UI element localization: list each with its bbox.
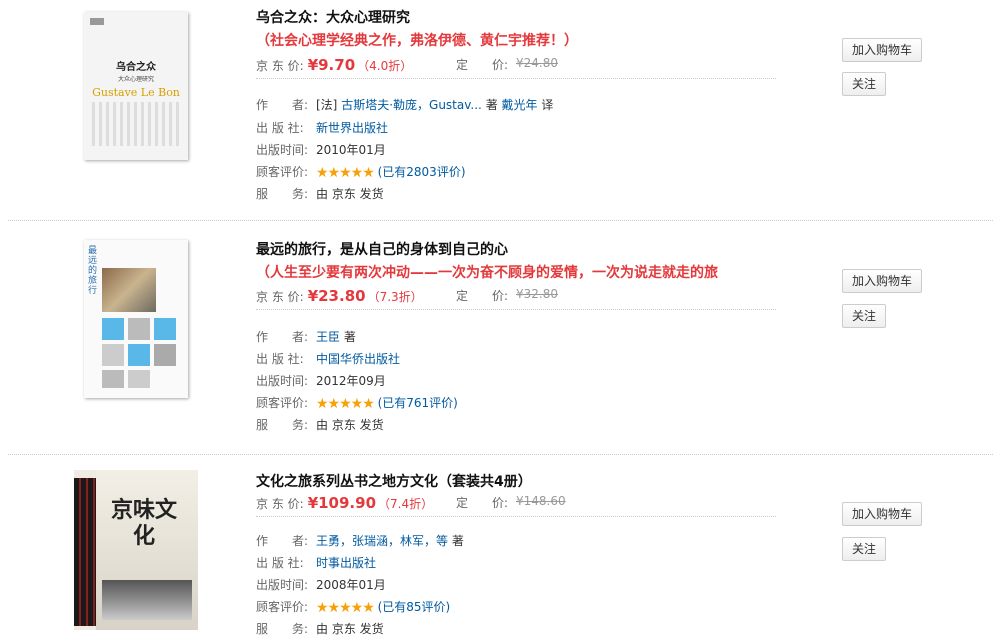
book-cover[interactable]: 乌合之众 大众心理研究 Gustave Le Bon (84, 12, 188, 160)
list-price: ¥148.60 (516, 494, 566, 508)
cover-subtitle: 大众心理研究 (117, 76, 154, 83)
rating-stars-icon: ★★★★★ (316, 165, 375, 181)
author-link[interactable]: 古斯塔夫·勒庞，Gustav... (341, 98, 482, 112)
book-cover[interactable]: 最远的旅行 (84, 240, 188, 398)
publisher-link[interactable]: 中国华侨出版社 (316, 352, 400, 366)
rating-label: 顾客评价: (256, 396, 309, 410)
discount: （7.4折） (378, 497, 434, 511)
jd-price: ¥23.80 (307, 287, 366, 305)
follow-button[interactable]: 关注 (842, 304, 886, 328)
cover-photo (102, 268, 156, 312)
cover-logo (90, 18, 104, 25)
discount: （4.0折） (357, 59, 413, 73)
book-title[interactable]: 最远的旅行，是从自己的身体到自己的心 (256, 239, 508, 259)
price-label: 京 东 价: (256, 59, 304, 73)
cover-brand: Gustave Le Bon (92, 86, 180, 99)
add-to-cart-button[interactable]: 加入购物车 (842, 38, 922, 62)
price-label: 京 东 价: (256, 497, 304, 511)
date-row: 出版时间: 2008年01月 (256, 576, 386, 593)
book-title[interactable]: 文化之旅系列丛书之地方文化（套装共4册） (256, 471, 532, 491)
price-row: 京 东 价: ¥23.80 （7.3折） 定 价: ¥32.80 (256, 287, 776, 310)
add-to-cart-button[interactable]: 加入购物车 (842, 269, 922, 293)
service-row: 服 务: 由 京东 发货 (256, 416, 384, 433)
author-link[interactable]: 戴光年 (502, 98, 538, 112)
service-text: 由 京东 发货 (316, 187, 384, 201)
cover-image (102, 580, 192, 620)
price-row: 京 东 价: ¥109.90 （7.4折） 定 价: ¥148.60 (256, 494, 776, 517)
service-text: 由 京东 发货 (316, 622, 384, 636)
book-promo: （人生至少要有两次冲动——一次为奋不顾身的爱情，一次为说走就走的旅 (256, 265, 718, 281)
service-label: 服 务: (256, 418, 309, 432)
author-role: 著 (485, 98, 498, 112)
publisher-link[interactable]: 新世界出版社 (316, 121, 388, 135)
author-label: 作 者: (256, 330, 309, 344)
jd-price: ¥109.90 (307, 494, 377, 512)
list-price: ¥32.80 (516, 287, 558, 301)
author-link[interactable]: 王臣 (316, 330, 340, 344)
rating-stars-icon: ★★★★★ (316, 600, 375, 616)
date-row: 出版时间: 2012年09月 (256, 372, 386, 389)
publisher-row: 出 版 社: 中国华侨出版社 (256, 350, 400, 367)
date-label: 出版时间: (256, 578, 309, 592)
rating-label: 顾客评价: (256, 600, 309, 614)
cover-blocks (102, 318, 176, 388)
review-count-link[interactable]: (已有85评价) (378, 600, 451, 614)
add-to-cart-button[interactable]: 加入购物车 (842, 502, 922, 526)
rating-label: 顾客评价: (256, 165, 309, 179)
publisher-row: 出 版 社: 时事出版社 (256, 554, 376, 571)
rating-stars-icon: ★★★★★ (316, 396, 375, 412)
rating-row: 顾客评价: ★★★★★ (已有85评价) (256, 598, 450, 616)
list-price-label: 定 价: (456, 58, 509, 72)
review-count-link[interactable]: (已有761评价) (378, 396, 458, 410)
publisher-row: 出 版 社: 新世界出版社 (256, 119, 388, 136)
book-title[interactable]: 乌合之众：大众心理研究 (256, 7, 410, 27)
cover-spines (74, 478, 96, 626)
jd-price: ¥9.70 (307, 56, 356, 74)
review-count-link[interactable]: (已有2803评价) (378, 165, 466, 179)
author-row: 作 者: 王勇，张瑞涵，林军，等 著 (256, 532, 464, 549)
list-price-label: 定 价: (456, 496, 509, 510)
service-label: 服 务: (256, 187, 309, 201)
item-divider (8, 454, 993, 455)
cover-title: 最远的旅行 (88, 246, 98, 296)
author-role: 著 (343, 330, 356, 344)
author-row: 作 者: 王臣 著 (256, 328, 356, 345)
publisher-link[interactable]: 时事出版社 (316, 556, 376, 570)
book-cover[interactable]: 京味文化 (74, 470, 198, 630)
follow-button[interactable]: 关注 (842, 72, 886, 96)
author-prefix: [法] (316, 98, 338, 112)
author-role: 译 (541, 98, 554, 112)
publisher-label: 出 版 社: (256, 352, 304, 366)
author-row: 作 者: [法] 古斯塔夫·勒庞，Gustav... 著 戴光年 译 (256, 96, 553, 113)
follow-button[interactable]: 关注 (842, 537, 886, 561)
rating-row: 顾客评价: ★★★★★ (已有2803评价) (256, 163, 466, 181)
item-divider (8, 220, 993, 221)
author-label: 作 者: (256, 98, 309, 112)
service-row: 服 务: 由 京东 发货 (256, 620, 384, 637)
pub-date: 2010年01月 (316, 143, 386, 157)
price-label: 京 东 价: (256, 290, 304, 304)
book-promo: （社会心理学经典之作，弗洛伊德、黄仁宇推荐！） (256, 33, 578, 49)
list-price-label: 定 价: (456, 289, 509, 303)
cover-title: 乌合之众 (116, 62, 156, 73)
cover-title: 京味文化 (110, 498, 177, 549)
date-row: 出版时间: 2010年01月 (256, 141, 386, 158)
pub-date: 2008年01月 (316, 578, 386, 592)
author-label: 作 者: (256, 534, 309, 548)
date-label: 出版时间: (256, 143, 309, 157)
discount: （7.3折） (367, 290, 423, 304)
price-row: 京 东 价: ¥9.70 （4.0折） 定 价: ¥24.80 (256, 56, 776, 79)
service-row: 服 务: 由 京东 发货 (256, 185, 384, 202)
service-label: 服 务: (256, 622, 309, 636)
author-link[interactable]: 王勇，张瑞涵，林军，等 (316, 534, 448, 548)
rating-row: 顾客评价: ★★★★★ (已有761评价) (256, 394, 458, 412)
service-text: 由 京东 发货 (316, 418, 384, 432)
list-price: ¥24.80 (516, 56, 558, 70)
author-role: 著 (451, 534, 464, 548)
pub-date: 2012年09月 (316, 374, 386, 388)
publisher-label: 出 版 社: (256, 121, 304, 135)
date-label: 出版时间: (256, 374, 309, 388)
publisher-label: 出 版 社: (256, 556, 304, 570)
cover-pattern (92, 102, 180, 146)
